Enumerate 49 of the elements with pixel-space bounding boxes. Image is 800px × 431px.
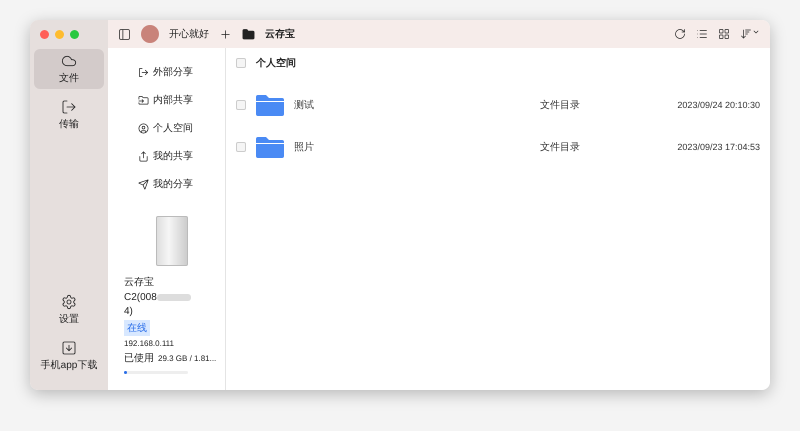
file-date: 2023/09/23 17:04:53 (676, 142, 760, 152)
close-icon[interactable] (40, 30, 49, 39)
usage-label: 已使用 (124, 352, 154, 365)
usage-value: 29.3 GB / 1.81... (158, 354, 216, 362)
avatar[interactable] (141, 25, 159, 43)
grid-view-icon[interactable] (718, 28, 730, 40)
rail-tab[interactable]: 文件 (34, 49, 104, 89)
checkbox[interactable] (236, 100, 246, 110)
rail-tab[interactable]: 传输 (34, 95, 104, 135)
location-title: 云存宝 (265, 27, 295, 41)
share-nav-item[interactable]: 我的共享 (124, 142, 219, 170)
file-name[interactable]: 测试 (294, 98, 540, 112)
checkbox[interactable] (236, 142, 246, 152)
file-type: 文件目录 (540, 140, 581, 154)
share-icon (138, 150, 149, 162)
rail-button[interactable]: 手机app下载 (34, 336, 104, 376)
share-nav-item[interactable]: 外部分享 (124, 58, 219, 86)
device-name: 云存宝 (124, 276, 155, 289)
user-circle-icon (138, 122, 149, 134)
checkbox[interactable] (236, 58, 246, 68)
user-name: 开心就好 (169, 28, 209, 41)
file-type: 文件目录 (540, 98, 581, 112)
folder-arrow-icon (138, 94, 149, 106)
zoom-icon[interactable] (70, 30, 79, 39)
rail-button[interactable]: 设置 (34, 290, 104, 330)
status-label: 在线 (124, 320, 150, 336)
send-icon (138, 178, 149, 190)
refresh-icon[interactable] (674, 28, 686, 40)
ip-address: 192.168.0.111 (124, 339, 175, 348)
folder-icon (256, 94, 284, 116)
share-nav-item[interactable]: 个人空间 (124, 114, 219, 142)
folder-icon (256, 136, 284, 158)
device-model: C2(008 (124, 292, 219, 303)
sidebar-toggle-icon[interactable] (118, 28, 131, 40)
storage-device-image (156, 216, 188, 266)
add-icon[interactable] (219, 28, 232, 40)
sort-icon[interactable] (740, 28, 760, 40)
share-nav-item[interactable]: 内部共享 (124, 86, 219, 114)
device-model: 4) (124, 306, 134, 317)
download-icon (61, 340, 77, 356)
share-nav-item[interactable]: 我的分享 (124, 170, 219, 198)
file-name[interactable]: 照片 (294, 140, 540, 154)
file-date: 2023/09/24 20:10:30 (676, 100, 760, 110)
exit-arrow-icon (138, 66, 149, 78)
folder-icon (242, 28, 255, 40)
minimize-icon[interactable] (55, 30, 64, 39)
list-title: 个人空间 (256, 56, 296, 70)
cloud-icon (61, 53, 77, 69)
settings-icon (61, 294, 77, 310)
